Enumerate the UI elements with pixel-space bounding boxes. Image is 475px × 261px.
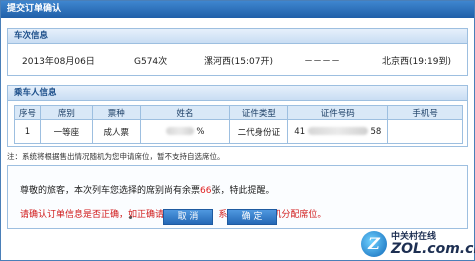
travel-date: 2013年08月06日 bbox=[22, 57, 95, 67]
order-confirm-dialog: 提交订单确认 车次信息 2013年08月06日 G574次 漯河西(15:07开… bbox=[0, 0, 475, 261]
train-info-header: 车次信息 bbox=[8, 29, 467, 44]
dialog-title: 提交订单确认 bbox=[1, 1, 474, 18]
col-id-number: 证件号码 bbox=[287, 105, 389, 120]
cancel-button[interactable]: 取 消 bbox=[163, 209, 213, 225]
train-info-row: 2013年08月06日 G574次 漯河西(15:07开) －－－－ 北京西(1… bbox=[8, 44, 467, 74]
cell-phone bbox=[387, 119, 463, 144]
cell-ticket-type: 成人票 bbox=[91, 119, 141, 144]
passenger-table-header: 序号 席别 票种 姓名 证件类型 证件号码 手机号 bbox=[14, 105, 463, 120]
cell-id-type: 二代身份证 bbox=[229, 119, 289, 144]
remaining-text-after: 张，特此提醒。 bbox=[211, 186, 275, 196]
id-suffix: 58 bbox=[370, 126, 382, 137]
cell-index: 1 bbox=[14, 119, 41, 144]
col-index: 序号 bbox=[14, 105, 41, 120]
watermark-en: ZOL.com.cn bbox=[391, 241, 475, 257]
zol-watermark: Z 中关村在线 ZOL.com.cn bbox=[361, 229, 475, 259]
name-fragment: % bbox=[196, 126, 205, 137]
cell-seat: 一等座 bbox=[39, 119, 93, 144]
col-name: 姓名 bbox=[139, 105, 231, 120]
cell-id-number: 41 58 bbox=[287, 119, 389, 144]
remaining-count: 66 bbox=[200, 186, 212, 196]
passenger-info-header: 乘车人信息 bbox=[8, 86, 467, 101]
train-number: G574次 bbox=[134, 57, 168, 67]
col-seat: 席别 bbox=[39, 105, 93, 120]
seat-allocation-note: 注：系统将根据售出情况随机为您申请席位，暂不支持自选席位。 bbox=[7, 152, 225, 161]
name-redacted bbox=[165, 127, 194, 135]
arrival-station: 北京西(19:19到) bbox=[382, 57, 451, 67]
cursor-dot bbox=[129, 216, 132, 219]
passenger-info-section: 乘车人信息 序号 席别 票种 姓名 证件类型 证件号码 手机号 1 一等座 成人… bbox=[7, 85, 468, 147]
confirm-button[interactable]: 确 定 bbox=[227, 209, 277, 225]
remaining-text-before: 尊敬的旅客，本次列车您选择的席别尚有余票 bbox=[20, 186, 201, 196]
departure-station: 漯河西(15:07开) bbox=[204, 57, 273, 67]
id-redacted bbox=[307, 127, 368, 135]
remaining-tickets-message: 尊敬的旅客，本次列车您选择的席别尚有余票66张，特此提醒。 bbox=[20, 183, 274, 196]
passenger-table: 序号 席别 票种 姓名 证件类型 证件号码 手机号 1 一等座 成人票 % 二代… bbox=[14, 105, 463, 144]
route-separator: －－－－ bbox=[304, 57, 341, 67]
col-ticket-type: 票种 bbox=[91, 105, 141, 120]
train-info-section: 车次信息 2013年08月06日 G574次 漯河西(15:07开) －－－－ … bbox=[7, 28, 468, 76]
zol-logo-icon: Z bbox=[361, 231, 387, 257]
id-prefix: 41 bbox=[294, 126, 306, 137]
col-phone: 手机号 bbox=[387, 105, 463, 120]
table-row: 1 一等座 成人票 % 二代身份证 41 58 bbox=[14, 119, 463, 144]
col-id-type: 证件类型 bbox=[229, 105, 289, 120]
cell-name: % bbox=[139, 119, 231, 144]
